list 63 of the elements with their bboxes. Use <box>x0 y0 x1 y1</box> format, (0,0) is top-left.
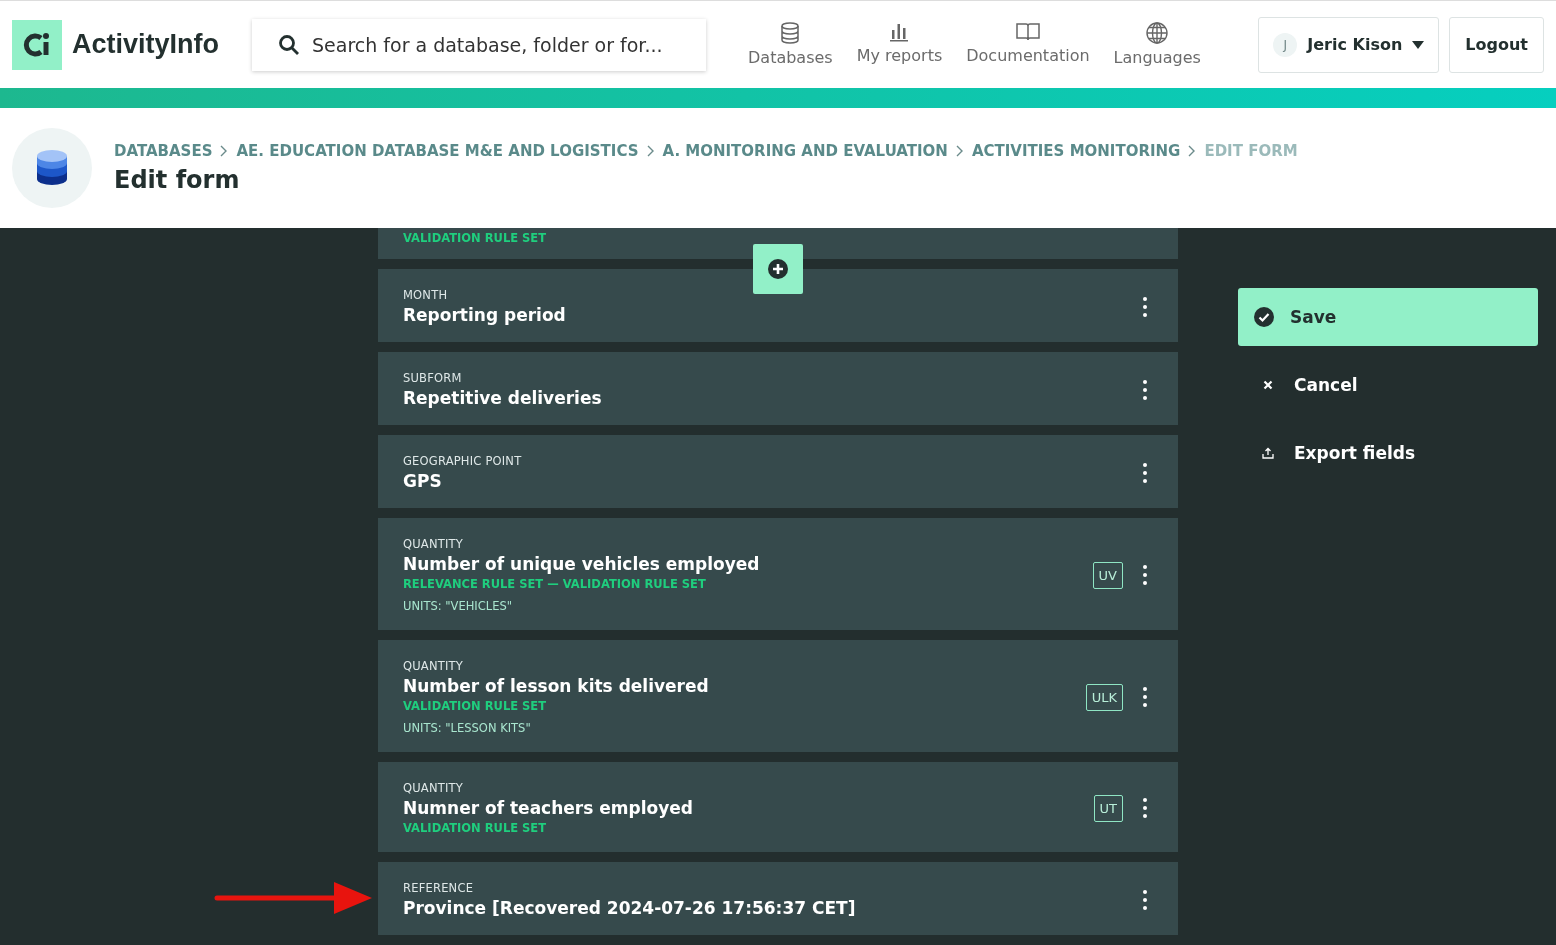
breadcrumb-link[interactable]: DATABASES <box>114 142 213 160</box>
field-type: REFERENCE <box>403 881 475 895</box>
close-icon <box>1263 380 1273 390</box>
action-link[interactable]: Cancel <box>1238 356 1538 414</box>
field-code: UT <box>1093 794 1123 822</box>
rule-status: RELEVANCE RULE SET — VALIDATION RULE SET <box>403 577 707 591</box>
rule-status: VALIDATION RULE SET <box>403 821 548 835</box>
logout-button[interactable]: Logout <box>1449 16 1544 73</box>
field-card[interactable]: SUBFORM Repetitive deliveries <box>378 352 1178 425</box>
field-card[interactable]: REFERENCE Province [Recovered 2024-07-26 17:56:37 CET] <box>378 862 1178 935</box>
field-type: QUANTITY <box>403 781 464 795</box>
field-label: Repetitive deliveries <box>403 388 603 408</box>
field-label: Number of lesson kits delivered <box>403 676 710 696</box>
plus-circle-icon <box>768 259 788 279</box>
page-title: Edit form <box>114 166 241 194</box>
chevron-icon <box>646 145 655 157</box>
field-card[interactable]: QUANTITY Number of lesson kits delivered VALIDATION RULE SET UNITS: "LESSON KITS" ULK <box>378 640 1178 752</box>
avatar: J <box>1273 32 1298 57</box>
logo-icon[interactable] <box>12 19 62 70</box>
globe-icon <box>1146 22 1169 44</box>
field-label: Reporting period <box>403 305 567 325</box>
rule-status: VALIDATION RULE SET <box>403 699 548 713</box>
field-type: QUANTITY <box>403 537 464 551</box>
field-card[interactable]: MONTH Reporting period <box>378 269 1178 342</box>
nav-link[interactable]: My reports <box>844 22 955 67</box>
caret-icon <box>1412 40 1425 49</box>
field-type: GEOGRAPHIC POINT <box>403 454 523 468</box>
chevron-icon <box>220 145 229 157</box>
add-field-button[interactable] <box>753 244 803 294</box>
book-icon <box>1015 22 1040 42</box>
field-card[interactable]: QUANTITY Number of unique vehicles employed RELEVANCE RULE SET — VALIDATION RULE SET UNITS: "VEHICLES" UV <box>378 518 1178 630</box>
field-code: UV <box>1092 561 1123 589</box>
action-link[interactable]: Export fields <box>1238 424 1538 482</box>
field-units: UNITS: "LESSON KITS" <box>403 721 532 735</box>
field-card[interactable]: QUANTITY Numner of teachers employed VALIDATION RULE SET UT <box>378 762 1178 852</box>
nav-link[interactable]: Languages <box>1101 22 1213 67</box>
field-code: ULK <box>1085 683 1123 711</box>
rule-status: VALIDATION RULE SET <box>403 231 548 245</box>
breadcrumb-link[interactable]: AE. EDUCATION DATABASE M&E AND LOGISTICS <box>236 142 639 160</box>
field-label: GPS <box>403 471 443 491</box>
user-menu[interactable]: J Jeric Kison <box>1258 16 1440 73</box>
chevron-icon <box>955 145 964 157</box>
field-type: MONTH <box>403 288 449 302</box>
field-label: Numner of teachers employed <box>403 798 694 818</box>
field-card[interactable]: VALIDATION RULE SET <box>378 228 1178 259</box>
field-type: SUBFORM <box>403 371 463 385</box>
chevron-icon <box>1188 145 1197 157</box>
field-label: Province [Recovered 2024-07-26 17:56:37 CET] <box>403 898 857 918</box>
field-type: QUANTITY <box>403 659 464 673</box>
search-field[interactable]: Search for a database, folder or for... <box>252 18 706 71</box>
check-circle-icon <box>1254 307 1274 327</box>
nav-link[interactable]: Databases <box>736 22 845 67</box>
field-label: Number of unique vehicles employed <box>403 554 761 574</box>
field-card[interactable]: GEOGRAPHIC POINT GPS <box>378 435 1178 508</box>
breadcrumb-link[interactable]: ACTIVITIES MONITORING <box>971 142 1181 160</box>
database-icon <box>780 22 801 44</box>
upload-icon <box>1262 447 1274 459</box>
save-button[interactable]: Save <box>1238 288 1538 346</box>
bar-chart-icon <box>889 22 910 42</box>
app-name: ActivityInfo <box>72 29 219 60</box>
breadcrumb-link[interactable]: A. MONITORING AND EVALUATION <box>662 142 948 160</box>
nav-link[interactable]: Documentation <box>954 22 1102 67</box>
field-units: UNITS: "VEHICLES" <box>403 599 514 613</box>
